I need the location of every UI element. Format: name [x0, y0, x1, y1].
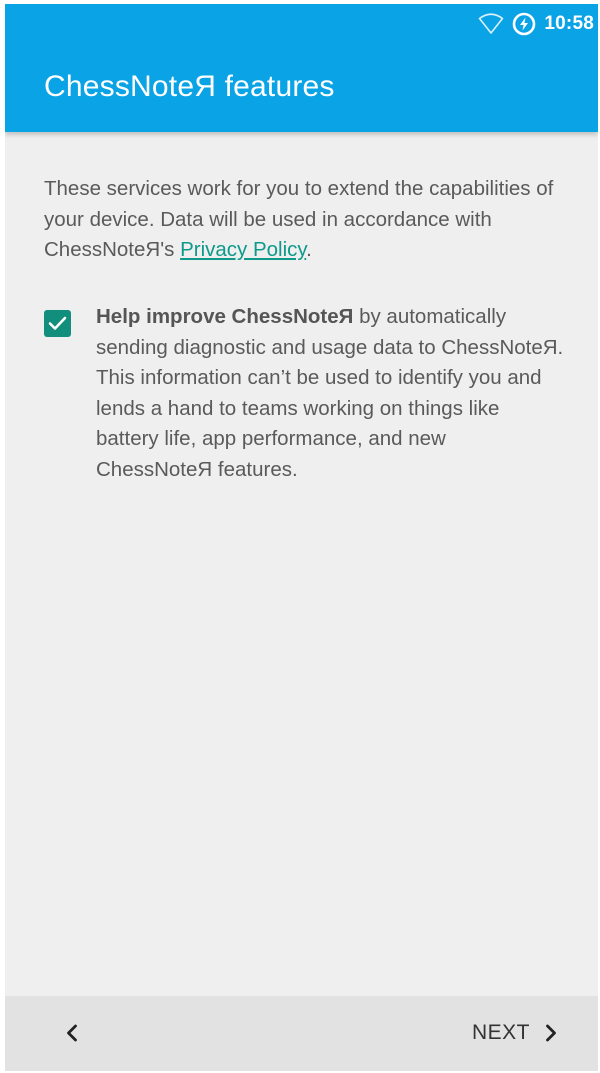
next-button[interactable]: NEXT — [472, 1016, 558, 1050]
chevron-right-icon — [546, 1024, 556, 1042]
next-button-label: NEXT — [471, 1021, 530, 1044]
privacy-policy-link[interactable]: Privacy Policy — [180, 238, 306, 261]
intro-text: These services work for you to extend th… — [44, 174, 574, 266]
bottom-nav-bar: NEXT — [5, 996, 598, 1071]
page-title: ChessNoteЯ features — [44, 70, 335, 103]
app-bar: 10:58 ChessNoteЯ features — [5, 4, 598, 132]
intro-text-end: . — [306, 238, 312, 261]
battery-saver-icon — [512, 12, 536, 36]
wifi-icon — [478, 13, 504, 35]
improve-checkbox[interactable] — [44, 310, 71, 337]
setup-screen: 10:58 ChessNoteЯ features These services… — [5, 4, 598, 1071]
consent-text: Help improve ChessNoteЯ by automatically… — [96, 302, 566, 485]
status-bar: 10:58 — [478, 10, 594, 38]
consent-body: by automatically sending diagnostic and … — [96, 305, 564, 481]
consent-heading: Help improve ChessNoteЯ — [96, 305, 354, 328]
back-button[interactable] — [57, 1018, 87, 1048]
status-time: 10:58 — [544, 13, 594, 34]
checkmark-icon — [48, 316, 67, 330]
chevron-left-icon — [67, 1024, 77, 1042]
